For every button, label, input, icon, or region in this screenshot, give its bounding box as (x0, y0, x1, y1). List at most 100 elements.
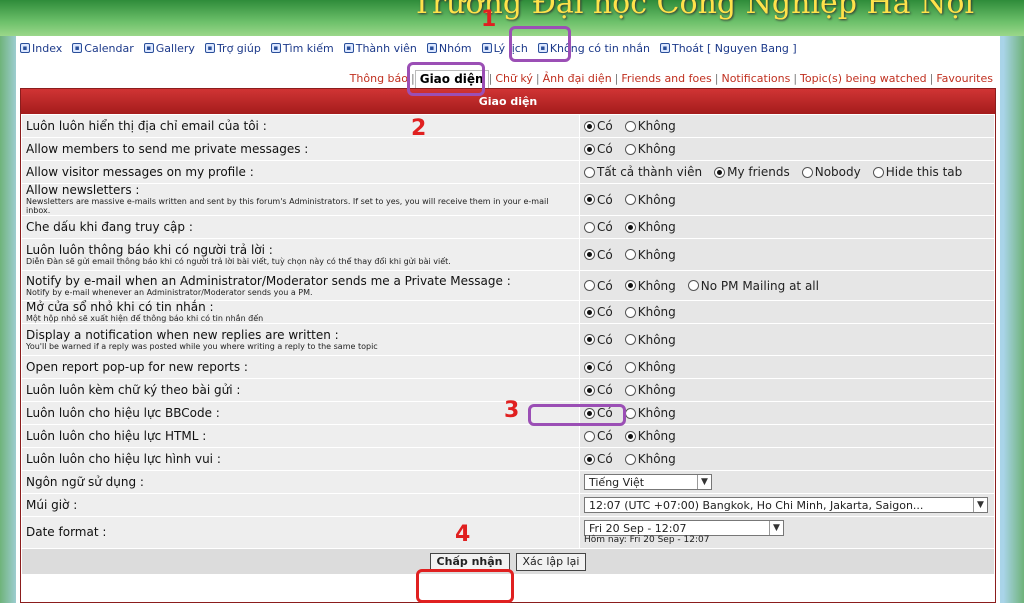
nav-item-0[interactable]: ▪ Index (20, 40, 62, 56)
radio-option[interactable]: Không (624, 142, 676, 156)
radio-option[interactable]: Có (584, 305, 613, 319)
radio-option[interactable]: My friends (714, 165, 790, 179)
radio-option[interactable]: Không (624, 360, 676, 374)
radio-group: Có Không (584, 248, 990, 262)
radio-option[interactable]: Có (584, 360, 613, 374)
reset-button[interactable]: Xác lập lại (515, 552, 587, 571)
radio-option[interactable]: Nobody (801, 165, 861, 179)
radio-button[interactable] (584, 361, 595, 373)
radio-button[interactable] (624, 143, 636, 155)
tab-6[interactable]: Topic(s) being watched (797, 72, 930, 88)
nav-label: Nhóm (438, 41, 472, 55)
radio-button[interactable] (584, 166, 595, 178)
radio-button[interactable] (624, 430, 636, 442)
radio-button[interactable] (624, 194, 636, 205)
radio-option[interactable]: Có (584, 383, 613, 397)
radio-button[interactable] (624, 120, 636, 132)
pref-label-cell: Ngôn ngữ sử dụng : (21, 470, 580, 494)
radio-label: Có (597, 429, 613, 443)
tab-4[interactable]: Friends and foes (618, 72, 714, 88)
radio-button[interactable] (584, 453, 595, 465)
nav-item-6[interactable]: ▪ Nhóm (426, 40, 472, 56)
radio-button[interactable] (624, 361, 636, 373)
nav-item-4[interactable]: ▪ Tìm kiếm (270, 40, 334, 56)
radio-label: Có (597, 360, 613, 374)
nav-label: Gallery (155, 41, 195, 55)
radio-button[interactable] (687, 280, 699, 291)
pref-value-cell: Fri 20 Sep - 12:07 ▼ Hôm nay: Fri 20 Sep -… (579, 516, 995, 549)
radio-option[interactable]: Không (624, 305, 676, 319)
radio-label: Có (597, 452, 613, 466)
radio-button[interactable] (624, 407, 636, 419)
radio-button[interactable] (872, 166, 884, 178)
radio-label: Có (597, 383, 613, 397)
radio-button[interactable] (584, 194, 595, 205)
language-select[interactable]: Tiếng Việt ▼ (584, 474, 712, 490)
nav-item-1[interactable]: ▪ Calendar (72, 40, 134, 56)
radio-option[interactable]: Có (584, 333, 613, 347)
radio-button[interactable] (714, 166, 726, 178)
pref-row: Display a notification when new replies … (21, 323, 995, 356)
radio-option[interactable]: Không (624, 193, 676, 207)
radio-option[interactable]: Không (624, 119, 676, 133)
radio-option[interactable]: Có (584, 142, 613, 156)
radio-group: Có Không (584, 452, 990, 466)
radio-label: Không (637, 360, 676, 374)
timezone-select[interactable]: 12:07 (UTC +07:00) Bangkok, Ho Chi Minh,… (584, 497, 988, 513)
radio-button[interactable] (624, 249, 636, 260)
radio-option[interactable]: Có (584, 119, 613, 133)
radio-option[interactable]: Có (584, 429, 613, 443)
top-nav: ▪ Index ▪ Calendar ▪ Gallery ▪ Trợ giúp ▪ Tìm kiế… (20, 40, 797, 56)
radio-option[interactable]: No PM Mailing at all (687, 279, 819, 293)
radio-option[interactable]: Tất cả thành viên (584, 165, 702, 179)
radio-option[interactable]: Hide this tab (872, 165, 962, 179)
nav-item-3[interactable]: ▪ Trợ giúp (204, 40, 261, 56)
tab-3[interactable]: Ảnh đại diện (540, 72, 615, 88)
radio-button[interactable] (584, 334, 595, 345)
radio-option[interactable]: Có (584, 248, 613, 262)
nav-item-2[interactable]: ▪ Gallery (143, 40, 195, 56)
pref-label: Mở cửa sổ nhỏ khi có tin nhắn : (26, 300, 214, 314)
nav-item-5[interactable]: ▪ Thành viên (343, 40, 417, 56)
radio-button[interactable] (584, 384, 595, 396)
radio-button[interactable] (624, 384, 636, 396)
radio-button[interactable] (624, 280, 636, 291)
radio-option[interactable]: Không (624, 452, 676, 466)
pref-label-cell: Date format : (21, 516, 580, 549)
radio-button[interactable] (584, 120, 595, 132)
radio-button[interactable] (584, 280, 595, 291)
radio-option[interactable]: Không (624, 333, 676, 347)
tab-2[interactable]: Chữ ký (492, 72, 536, 88)
radio-option[interactable]: Không (624, 248, 676, 262)
radio-button[interactable] (624, 453, 636, 465)
nav-label: Calendar (84, 41, 134, 55)
nav-item-9[interactable]: ▪ Thoát [ Nguyen Bang ] (659, 40, 797, 56)
radio-option[interactable]: Không (624, 279, 676, 293)
pref-row: Luôn luôn cho hiệu lực HTML : Có Không (21, 424, 995, 448)
pref-label-cell: Allow newsletters : Newsletters are massi… (21, 183, 580, 216)
radio-option[interactable]: Có (584, 452, 613, 466)
radio-button[interactable] (584, 249, 595, 260)
radio-option[interactable]: Không (624, 383, 676, 397)
radio-button[interactable] (801, 166, 813, 178)
radio-button[interactable] (584, 143, 595, 155)
submit-button[interactable]: Chấp nhận (429, 552, 510, 571)
radio-button[interactable] (584, 430, 595, 442)
tab-7[interactable]: Favourites (933, 72, 996, 88)
radio-option[interactable]: Có (584, 193, 613, 207)
radio-option[interactable]: Không (624, 429, 676, 443)
radio-button[interactable] (584, 306, 595, 318)
radio-option[interactable]: Có (584, 220, 613, 234)
dateformat-select[interactable]: Fri 20 Sep - 12:07 ▼ (584, 520, 784, 536)
pref-label: Ngôn ngữ sử dụng : (26, 474, 144, 489)
radio-button[interactable] (624, 334, 636, 345)
radio-button[interactable] (584, 221, 595, 233)
radio-button[interactable] (624, 221, 636, 233)
radio-option[interactable]: Không (624, 220, 676, 234)
radio-option[interactable]: Có (584, 279, 613, 293)
tab-0[interactable]: Thông báo (347, 72, 411, 88)
radio-option[interactable]: Không (624, 406, 676, 420)
pref-row: Open report pop-up for new reports : Có Kh… (21, 355, 995, 379)
tab-5[interactable]: Notifications (718, 72, 793, 88)
radio-button[interactable] (624, 306, 636, 318)
